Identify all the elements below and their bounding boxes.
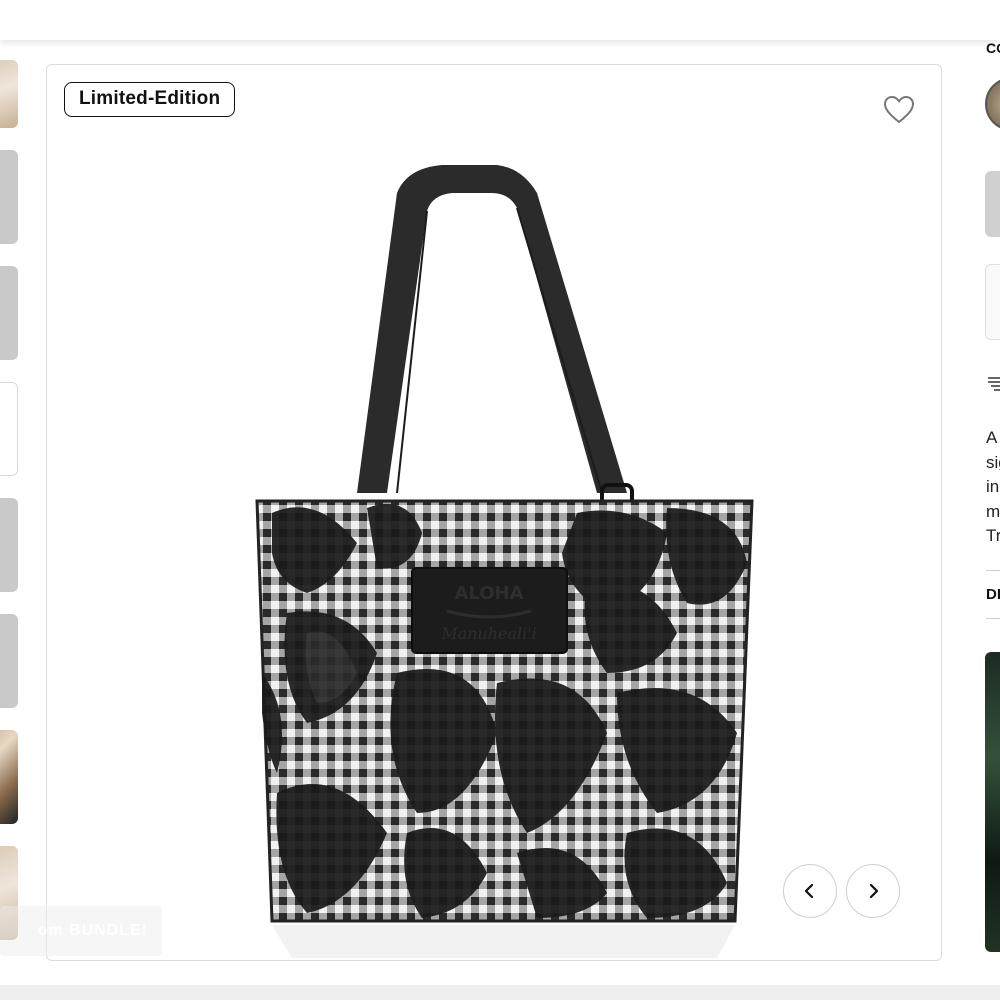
previous-image-button[interactable] [783,864,837,918]
chevron-right-icon [869,883,879,899]
thumbnail-7[interactable] [0,730,18,824]
details-section-label[interactable]: DE [986,586,1000,603]
description-line: in [986,477,1000,496]
bottom-bar [0,985,1000,1000]
patch-script-text: Manuheali'i [440,624,537,643]
next-image-button[interactable] [846,864,900,918]
color-section-label: CO [986,40,1000,56]
chevron-left-icon [804,883,814,899]
color-swatch[interactable] [985,77,1000,131]
thumbnail-5[interactable] [0,498,18,592]
wishlist-heart-icon[interactable] [883,95,915,125]
description-line: m [986,501,1000,521]
divider [986,618,1000,619]
thumbnail-2[interactable] [0,150,18,244]
thumbnail-1[interactable] [0,60,18,128]
option-box-2[interactable] [985,264,1000,340]
product-image: ALOHA Manuheali'i [255,165,754,958]
lifestyle-photo [985,652,1000,952]
top-header-bar [0,0,1000,40]
limited-edition-badge: Limited-Edition [64,82,236,117]
description-line: Tr [986,526,1000,545]
patch-logo-text: ALOHA [454,583,523,604]
thumbnail-4[interactable] [0,382,18,476]
description-line: sig [986,452,1000,472]
thumbnail-3[interactable] [0,266,18,360]
thumbnail-strip[interactable] [0,40,22,985]
divider [986,570,1000,571]
product-info-panel: CO A sig in m Tr DE [960,40,1000,985]
fast-shipping-icon [986,374,1000,399]
thumbnail-6[interactable] [0,614,18,708]
product-description: A sig in m Tr [986,426,1000,549]
description-line: A [986,428,998,447]
product-image-viewer: Limited-Edition ALOHA Manuheali'i [46,64,942,961]
option-box-1[interactable] [985,171,1000,237]
bundle-promo-tab[interactable]: om BUNDLE! [0,906,162,956]
